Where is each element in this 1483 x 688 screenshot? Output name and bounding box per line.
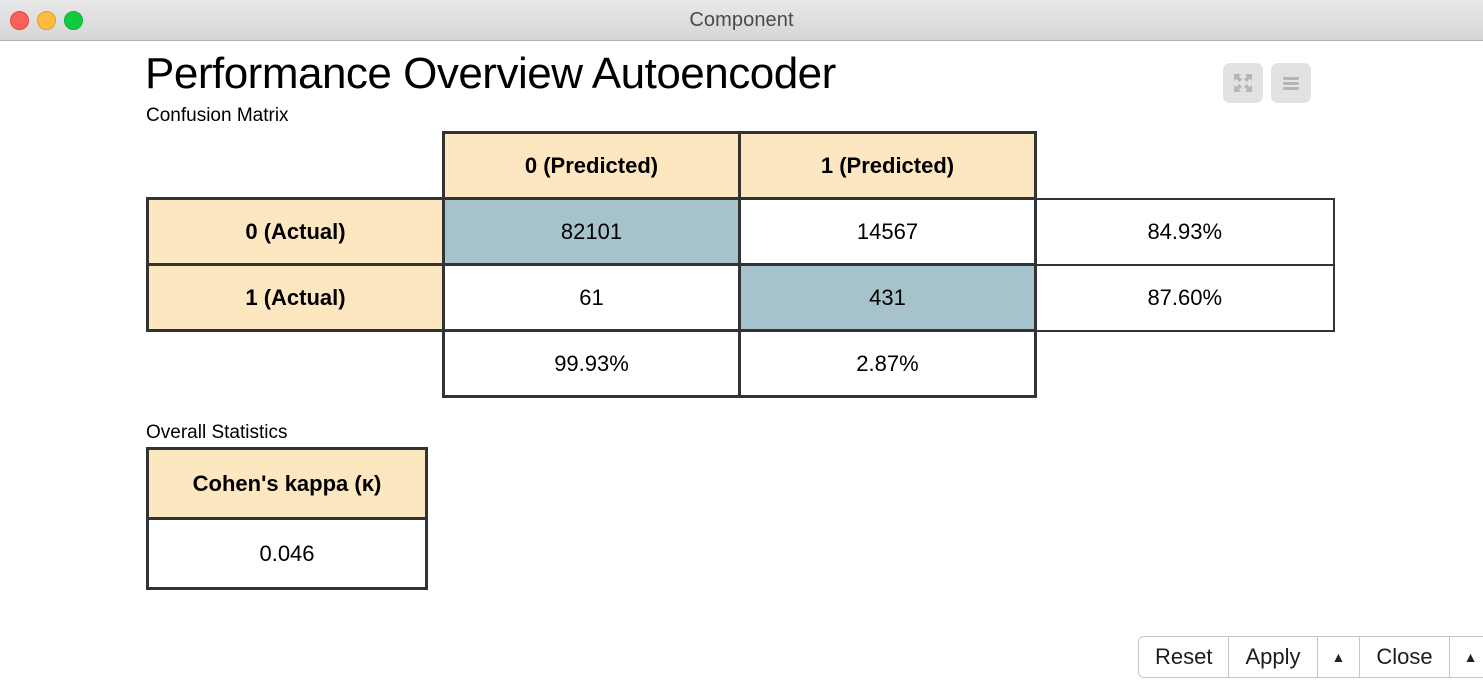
table-row-header: 0 (Predicted) 1 (Predicted) — [148, 131, 1334, 200]
confusion-matrix-label: Confusion Matrix — [146, 105, 289, 126]
window-controls — [10, 0, 83, 40]
menu-button[interactable] — [1271, 63, 1311, 103]
minimize-window-button[interactable] — [37, 10, 56, 30]
cell-col-0-percentage: 99.93% — [442, 329, 741, 398]
close-button[interactable]: Close — [1360, 637, 1450, 677]
table-row: 1 (Actual) 61 431 87.60% — [146, 263, 1335, 332]
cell-false-positive: 14567 — [738, 197, 1037, 266]
cell-row-1-percentage: 87.60% — [1034, 263, 1335, 332]
maximize-window-button[interactable] — [64, 10, 83, 30]
apply-menu-caret-icon[interactable]: ▲ — [1317, 637, 1361, 677]
table-row: 0.046 — [146, 517, 428, 590]
column-header-predicted-0: 0 (Predicted) — [442, 131, 741, 200]
cell-true-negative: 82101 — [442, 197, 741, 266]
column-header-predicted-1: 1 (Predicted) — [738, 131, 1037, 200]
table-row-footer: 99.93% 2.87% — [148, 329, 1334, 398]
corner-cell — [148, 133, 444, 199]
page-title: Performance Overview Autoencoder — [145, 49, 836, 98]
table-row: 0 (Actual) 82101 14567 84.93% — [146, 197, 1335, 266]
footer-button-bar: Reset Apply ▲ Close ▲ — [1138, 636, 1483, 678]
overall-statistics-label: Overall Statistics — [146, 422, 288, 443]
header-pct-spacer — [1036, 133, 1334, 199]
expand-icon — [1232, 72, 1254, 94]
close-menu-caret-icon[interactable]: ▲ — [1449, 637, 1483, 677]
menu-icon — [1280, 72, 1302, 94]
reset-button[interactable]: Reset — [1139, 637, 1230, 677]
cell-true-positive: 431 — [738, 263, 1037, 332]
main-content: Performance Overview Autoencoder Confusi… — [0, 41, 1483, 688]
footer-corner-cell — [148, 331, 444, 397]
window-title: Component — [689, 8, 794, 31]
kappa-header: Cohen's kappa (κ) — [146, 447, 428, 520]
cell-row-0-percentage: 84.93% — [1034, 197, 1335, 266]
cell-col-1-percentage: 2.87% — [738, 329, 1037, 398]
table-row-header: Cohen's kappa (κ) — [146, 447, 428, 520]
expand-button[interactable] — [1223, 63, 1263, 103]
window-titlebar: Component — [0, 0, 1483, 41]
overall-statistics-table: Cohen's kappa (κ) 0.046 — [146, 447, 428, 590]
header-toolbar — [1223, 63, 1311, 103]
row-header-actual-0: 0 (Actual) — [146, 197, 445, 266]
confusion-matrix-table: 0 (Predicted) 1 (Predicted) 0 (Actual) 8… — [146, 131, 1335, 398]
cell-false-negative: 61 — [442, 263, 741, 332]
footer-pct-spacer — [1036, 331, 1334, 397]
row-header-actual-1: 1 (Actual) — [146, 263, 445, 332]
apply-button[interactable]: Apply — [1229, 637, 1318, 677]
kappa-value: 0.046 — [146, 517, 428, 590]
close-window-button[interactable] — [10, 10, 29, 30]
